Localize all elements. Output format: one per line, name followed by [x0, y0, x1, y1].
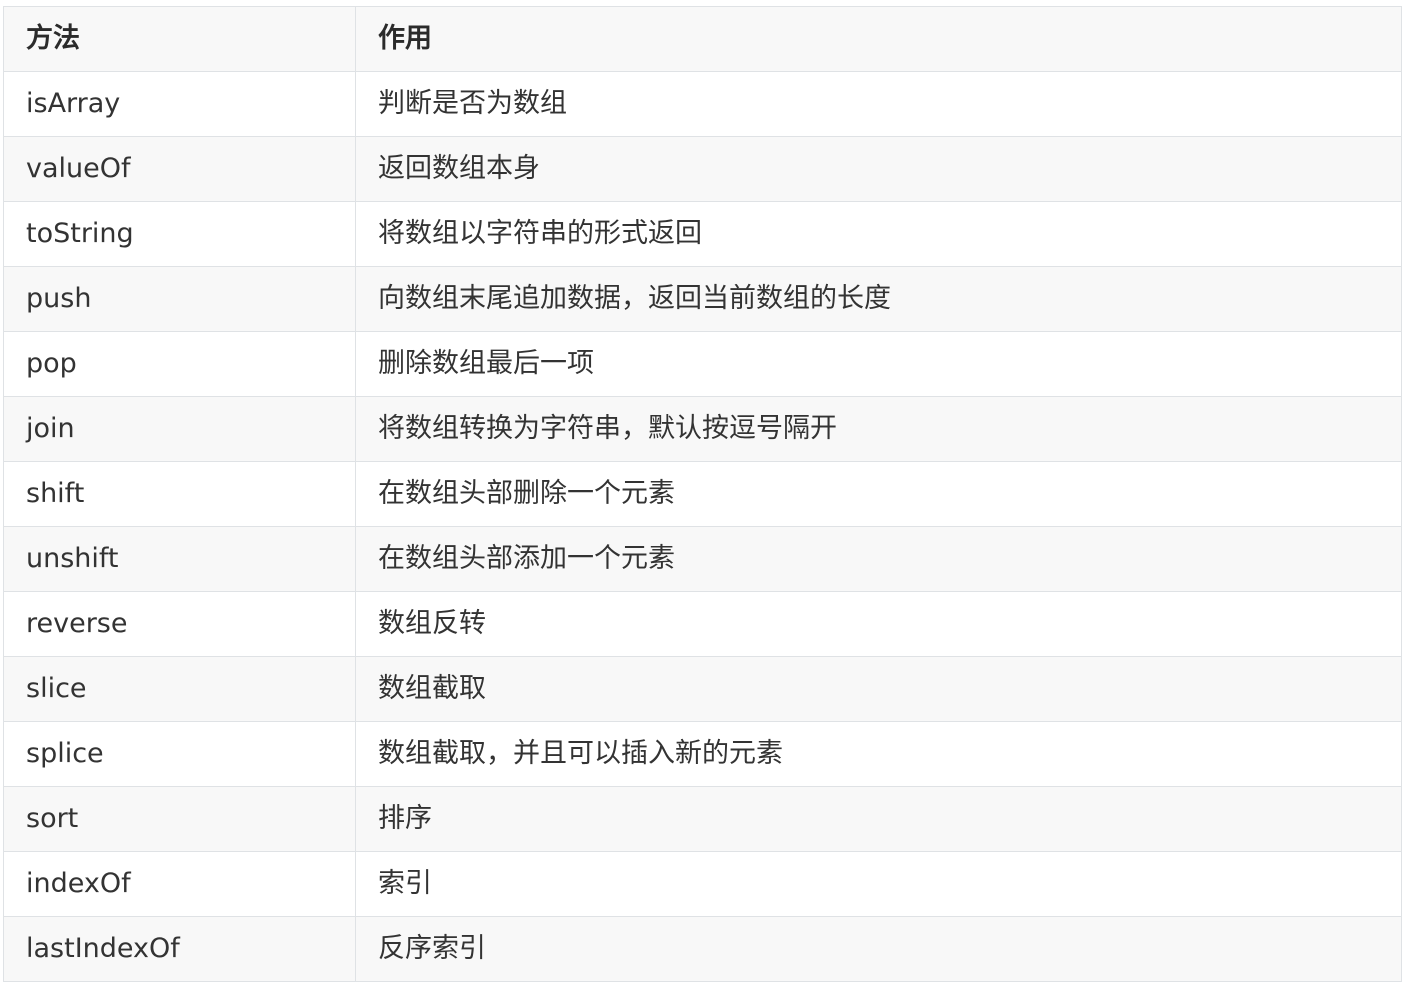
table-row: sort 排序 — [3, 786, 1402, 852]
array-methods-table: 方法 作用 isArray 判断是否为数组 valueOf 返回数组本身 toS… — [3, 6, 1402, 982]
table-row: push 向数组末尾追加数据，返回当前数组的长度 — [3, 266, 1402, 332]
method-cell: join — [3, 396, 356, 462]
table-row: indexOf 索引 — [3, 851, 1402, 917]
purpose-cell: 排序 — [355, 786, 1402, 852]
purpose-cell: 数组截取 — [355, 656, 1402, 722]
method-cell: sort — [3, 786, 356, 852]
method-cell: shift — [3, 461, 356, 527]
purpose-cell: 在数组头部添加一个元素 — [355, 526, 1402, 592]
method-cell: indexOf — [3, 851, 356, 917]
table-row: shift 在数组头部删除一个元素 — [3, 461, 1402, 527]
method-cell: splice — [3, 721, 356, 787]
table-header: 方法 作用 — [3, 6, 1402, 72]
header-row: 方法 作用 — [3, 6, 1402, 72]
table-row: slice 数组截取 — [3, 656, 1402, 722]
table-row: join 将数组转换为字符串，默认按逗号隔开 — [3, 396, 1402, 462]
table-row: isArray 判断是否为数组 — [3, 71, 1402, 137]
table-row: reverse 数组反转 — [3, 591, 1402, 657]
method-cell: push — [3, 266, 356, 332]
method-cell: lastIndexOf — [3, 916, 356, 982]
method-cell: isArray — [3, 71, 356, 137]
array-methods-table-container: 方法 作用 isArray 判断是否为数组 valueOf 返回数组本身 toS… — [3, 6, 1402, 982]
table-row: valueOf 返回数组本身 — [3, 136, 1402, 202]
purpose-cell: 向数组末尾追加数据，返回当前数组的长度 — [355, 266, 1402, 332]
purpose-cell: 判断是否为数组 — [355, 71, 1402, 137]
table-row: toString 将数组以字符串的形式返回 — [3, 201, 1402, 267]
method-cell: reverse — [3, 591, 356, 657]
purpose-cell: 将数组以字符串的形式返回 — [355, 201, 1402, 267]
purpose-cell: 数组截取，并且可以插入新的元素 — [355, 721, 1402, 787]
purpose-cell: 将数组转换为字符串，默认按逗号隔开 — [355, 396, 1402, 462]
header-purpose: 作用 — [355, 6, 1402, 72]
table-row: lastIndexOf 反序索引 — [3, 916, 1402, 982]
header-method: 方法 — [3, 6, 356, 72]
method-cell: unshift — [3, 526, 356, 592]
method-cell: pop — [3, 331, 356, 397]
method-cell: valueOf — [3, 136, 356, 202]
method-cell: slice — [3, 656, 356, 722]
table-row: unshift 在数组头部添加一个元素 — [3, 526, 1402, 592]
purpose-cell: 在数组头部删除一个元素 — [355, 461, 1402, 527]
table-row: pop 删除数组最后一项 — [3, 331, 1402, 397]
table-body: isArray 判断是否为数组 valueOf 返回数组本身 toString … — [3, 71, 1402, 982]
table-row: splice 数组截取，并且可以插入新的元素 — [3, 721, 1402, 787]
purpose-cell: 反序索引 — [355, 916, 1402, 982]
purpose-cell: 删除数组最后一项 — [355, 331, 1402, 397]
purpose-cell: 数组反转 — [355, 591, 1402, 657]
method-cell: toString — [3, 201, 356, 267]
purpose-cell: 返回数组本身 — [355, 136, 1402, 202]
purpose-cell: 索引 — [355, 851, 1402, 917]
